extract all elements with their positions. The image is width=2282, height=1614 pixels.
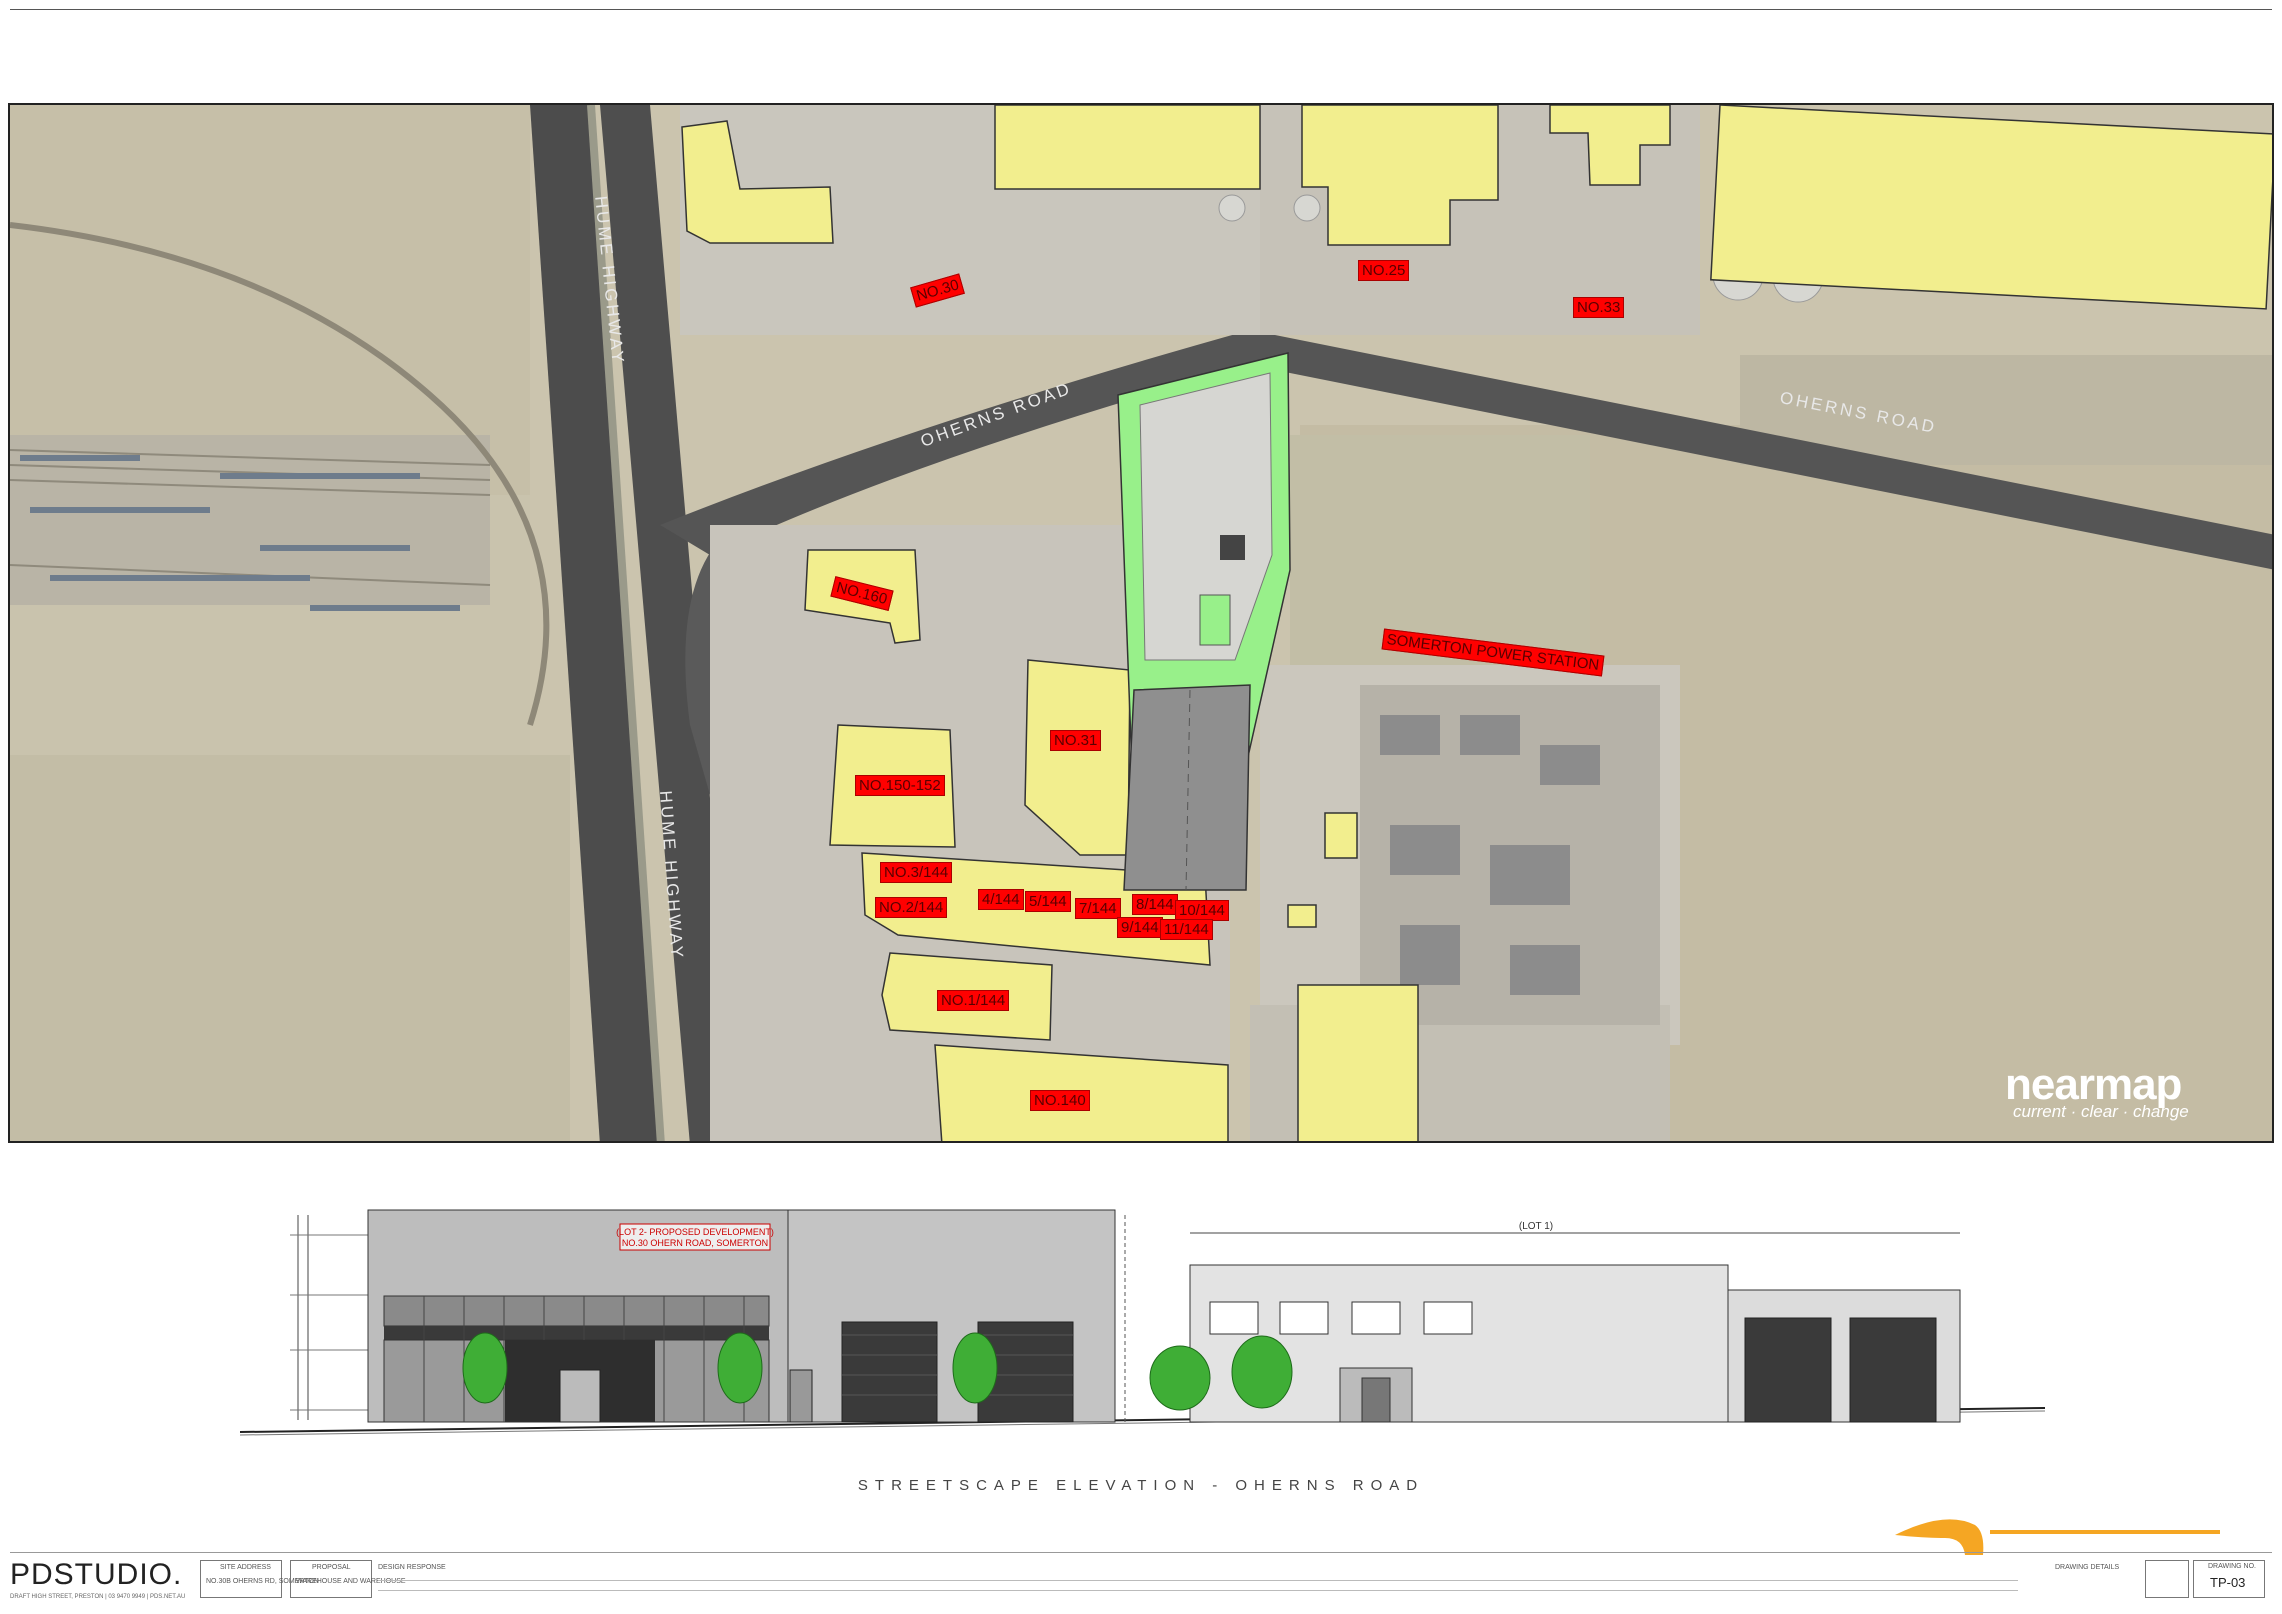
lot2-label-line1: (LOT 2- PROPOSED DEVELOPMENT) <box>616 1227 774 1237</box>
property-label: 10/144 <box>1175 900 1229 921</box>
top-border-line <box>10 9 2272 10</box>
property-label: 11/144 <box>1160 919 1213 940</box>
property-label: NO.140 <box>1030 1090 1090 1111</box>
property-label: NO.31 <box>1050 730 1102 751</box>
property-label: 5/144 <box>1025 891 1071 912</box>
aerial-site-map: HUME HIGHWAY HUME HIGHWAY OHERNS ROAD OH… <box>8 103 2274 1143</box>
site-address-label: SITE ADDRESS <box>220 1564 271 1571</box>
titleblock-top-line <box>10 1552 2272 1553</box>
aerial-photo <box>10 105 2272 1141</box>
property-label: NO.150-152 <box>855 775 945 796</box>
property-label: NO.1/144 <box>937 990 1010 1011</box>
company-name: PDSTUDIO. <box>10 1558 183 1591</box>
drawing-details-label: DRAWING DETAILS <box>2055 1564 2120 1571</box>
design-response-label: DESIGN RESPONSE <box>378 1564 446 1571</box>
titleblock-rule <box>378 1590 2018 1591</box>
elevation-title: STREETSCAPE ELEVATION - OHERNS ROAD <box>857 1477 1425 1494</box>
titleblock-rule <box>378 1580 2018 1581</box>
nearmap-tagline: current · clear · change <box>2013 1102 2189 1121</box>
property-label: 8/144 <box>1132 894 1178 915</box>
revision-box <box>2145 1560 2189 1598</box>
property-label: 7/144 <box>1075 898 1121 919</box>
streetscape-elevation-drawing: (LOT 2- PROPOSED DEVELOPMENT) NO.30 OHER… <box>239 1209 2046 1436</box>
proposal-label: PROPOSAL <box>312 1564 351 1571</box>
drawing-number: TP-03 <box>2210 1575 2246 1590</box>
property-label: NO.33 <box>1573 297 1625 318</box>
lot1-label: (LOT 1) <box>1519 1221 1553 1232</box>
drawing-number-label: DRAWING NO. <box>2208 1563 2256 1570</box>
property-label: 4/144 <box>978 889 1024 910</box>
property-label: 9/144 <box>1117 917 1163 938</box>
lot2-label-line2: NO.30 OHERN ROAD, SOMERTON <box>622 1238 768 1248</box>
property-label: NO.3/144 <box>880 862 953 883</box>
property-label: NO.2/144 <box>875 897 948 918</box>
property-label: NO.25 <box>1358 260 1410 281</box>
company-info: DRAFT HIGH STREET, PRESTON | 03 9470 994… <box>10 1594 186 1600</box>
